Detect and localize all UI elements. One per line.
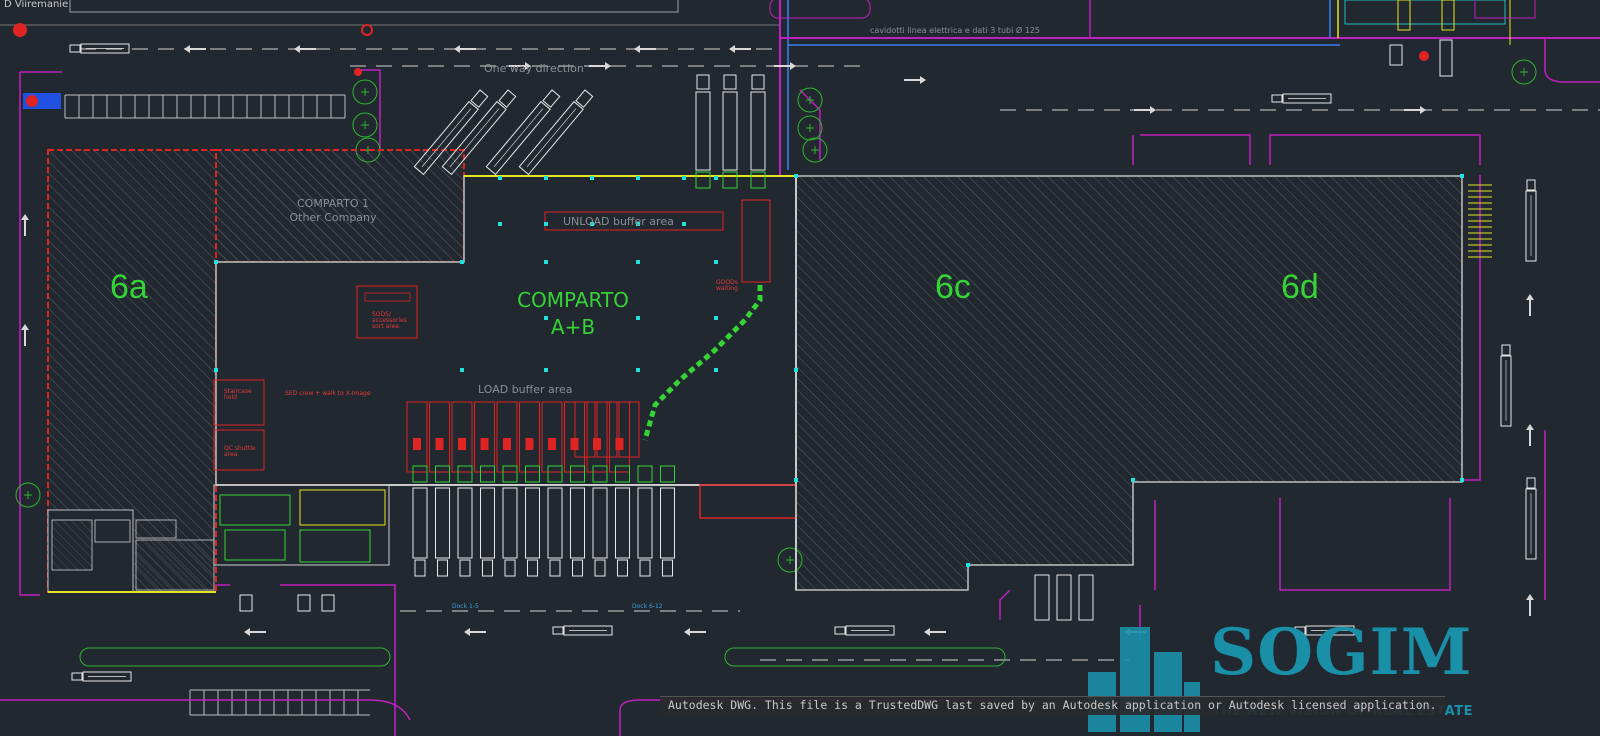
sogim-logo: [1088, 622, 1203, 735]
column-marker: [460, 368, 464, 372]
column-marker: [544, 176, 548, 180]
comparto-ab-label: COMPARTO A+B: [508, 287, 638, 341]
file-tab-label[interactable]: D Viiremanie: [4, 0, 68, 10]
column-marker: [714, 260, 718, 264]
column-marker: [214, 368, 218, 372]
column-marker: [460, 260, 464, 264]
sogim-wordmark: SOGIM: [1210, 615, 1473, 690]
column-marker: [544, 260, 548, 264]
exit-note: SED crew + walk to X-Image: [285, 390, 371, 397]
unload-buffer-label: UNLOAD buffer area: [563, 215, 674, 228]
load-dock-marker: [503, 438, 511, 450]
column-marker: [714, 316, 718, 320]
column-marker: [636, 368, 640, 372]
comparto-1-line2: Other Company: [289, 211, 377, 224]
column-marker: [544, 222, 548, 226]
column-marker: [794, 368, 798, 372]
cable-note: cavidotti linea elettrica e dati 3 tubi …: [870, 26, 1040, 35]
load-dock-marker: [435, 438, 444, 450]
column-marker: [1460, 478, 1464, 482]
comparto-1-line1: COMPARTO 1: [297, 197, 369, 210]
building-6a: [47, 149, 217, 593]
dock-label-2: Dock 6-12: [632, 603, 663, 610]
column-marker: [794, 478, 798, 482]
column-marker: [498, 176, 502, 180]
comparto-1-label: COMPARTO 1 Other Company: [278, 197, 388, 225]
dock-label-1: Dock 1-5: [452, 603, 479, 610]
column-marker: [214, 260, 218, 264]
column-marker: [714, 176, 718, 180]
zone-6d-label: 6d: [1281, 268, 1319, 306]
load-dock-marker: [480, 438, 489, 450]
column-marker: [682, 176, 686, 180]
shuttle-area-label: QC shuttle area: [224, 445, 256, 458]
load-dock-marker: [525, 438, 534, 450]
load-buffer-label: LOAD buffer area: [478, 383, 573, 396]
load-dock-marker: [458, 438, 466, 450]
sort-area-note: SODS/ accessories sort area: [372, 311, 407, 330]
goods-waiting-label: GOODs waiting: [716, 279, 738, 292]
zone-6c-label: 6c: [935, 268, 971, 306]
column-marker: [1131, 478, 1135, 482]
load-dock-marker: [548, 438, 556, 450]
comparto-ab-line2: A+B: [550, 315, 596, 339]
building-logo-icon: [1088, 627, 1200, 732]
zone-6a-label: 6a: [110, 268, 148, 306]
column-marker: [590, 176, 594, 180]
column-marker: [498, 222, 502, 226]
column-marker: [682, 222, 686, 226]
staircase-label: Staircase hold: [224, 388, 252, 401]
column-marker: [1460, 174, 1464, 178]
column-marker: [544, 368, 548, 372]
column-marker: [636, 176, 640, 180]
comparto-ab-line1: COMPARTO: [517, 288, 629, 312]
load-dock-marker: [413, 438, 421, 450]
column-marker: [966, 563, 970, 567]
trusted-dwg-note: Autodesk DWG. This file is a TrustedDWG …: [660, 696, 1445, 715]
column-marker: [714, 368, 718, 372]
one-way-label: One way direction: [484, 62, 584, 75]
column-marker: [794, 174, 798, 178]
column-marker: [636, 260, 640, 264]
